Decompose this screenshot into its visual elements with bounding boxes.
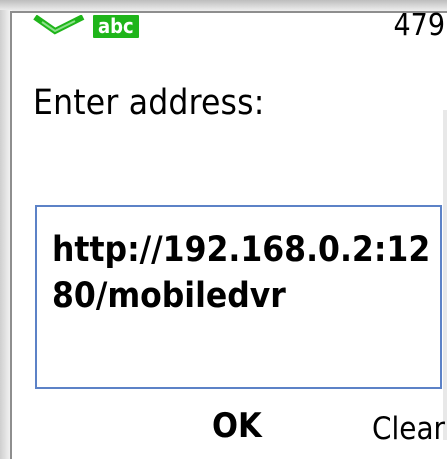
input-mode-badge: abc — [93, 15, 139, 38]
ok-softkey[interactable]: OK — [212, 405, 262, 447]
screen: abc 479 Enter address: http://192.168.0.… — [0, 0, 447, 459]
clear-softkey[interactable]: Clear — [372, 409, 445, 449]
input-indicator-icon — [33, 15, 85, 35]
frame-right-edge — [443, 110, 447, 440]
prompt-label: Enter address: — [33, 83, 265, 123]
frame-top-edge — [10, 11, 447, 13]
address-value: http://192.168.0.2:1280/mobiledvr — [52, 230, 431, 316]
character-counter: 479 — [393, 8, 445, 43]
frame-left-edge — [10, 11, 12, 459]
address-input[interactable]: http://192.168.0.2:1280/mobiledvr — [35, 205, 442, 389]
